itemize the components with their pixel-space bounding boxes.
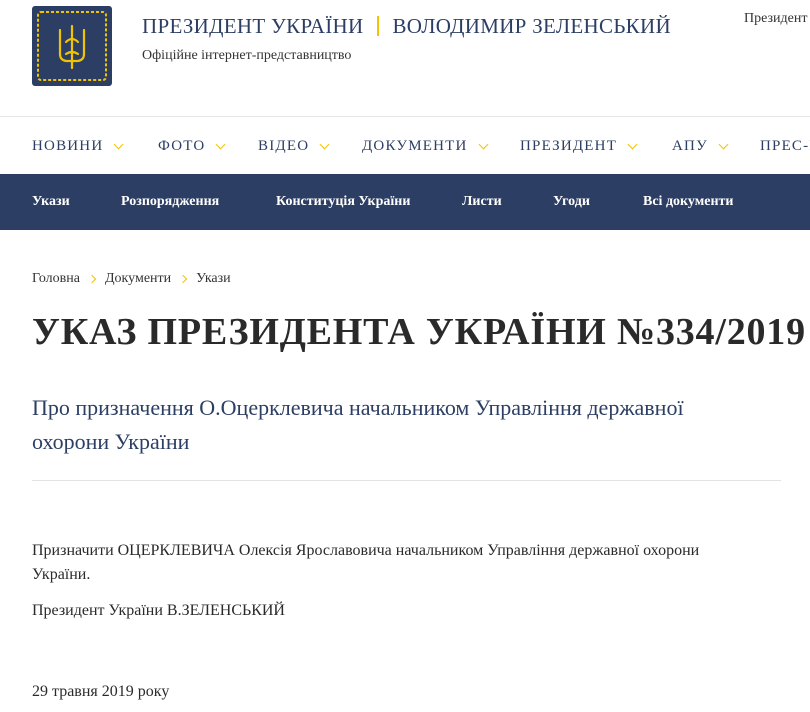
subnav-item-decrees[interactable]: Укази	[32, 194, 70, 210]
main-nav-label: ВІДЕО	[258, 138, 310, 154]
chevron-right-icon	[87, 274, 97, 284]
main-nav-item-press[interactable]: ПРЕС-Ц	[760, 138, 810, 155]
document-body-paragraph: Призначити ОЦЕРКЛЕВИЧА Олексія Ярославов…	[32, 542, 700, 583]
document-signature: Президент України В.ЗЕЛЕНСЬКИЙ	[32, 602, 285, 619]
site-title[interactable]: ПРЕЗИДЕНТ УКРАЇНИ ВОЛОДИМИР ЗЕЛЕНСЬКИЙ	[142, 14, 671, 39]
breadcrumb-decrees[interactable]: Укази	[196, 271, 231, 287]
document-subtitle: Про призначення О.Оцерклевича начальнико…	[32, 395, 684, 454]
main-nav-label: АПУ	[672, 138, 708, 154]
subnav-item-all-documents[interactable]: Всі документи	[643, 194, 733, 210]
site-title-name: ВОЛОДИМИР ЗЕЛЕНСЬКИЙ	[392, 14, 671, 38]
main-navigation: НОВИНИ ФОТО ВІДЕО ДОКУМЕНТИ ПРЕЗИДЕНТ АП…	[0, 116, 810, 174]
chevron-down-icon	[113, 139, 124, 149]
main-nav-item-news[interactable]: НОВИНИ	[32, 138, 124, 155]
divider	[32, 480, 781, 481]
main-nav-item-photo[interactable]: ФОТО	[158, 138, 226, 155]
chevron-right-icon	[178, 274, 188, 284]
main-nav-label: ПРЕС-Ц	[760, 138, 810, 154]
top-right-link[interactable]: Президент	[744, 11, 807, 27]
chevron-down-icon	[216, 139, 226, 149]
main-nav-label: ФОТО	[158, 138, 206, 154]
chevron-down-icon	[718, 139, 729, 149]
breadcrumb: Головна Документи Укази	[32, 271, 231, 287]
main-nav-item-documents[interactable]: ДОКУМЕНТИ	[362, 138, 488, 155]
chevron-down-icon	[319, 139, 330, 149]
subnav-item-letters[interactable]: Листи	[462, 194, 502, 210]
subnav-item-constitution[interactable]: Конституція України	[276, 194, 410, 210]
chevron-down-icon	[478, 139, 488, 149]
documents-subnav: Укази Розпорядження Конституція України …	[0, 174, 810, 230]
subnav-item-orders[interactable]: Розпорядження	[121, 194, 219, 210]
document-date: 29 травня 2019 року	[32, 683, 170, 700]
site-header: ПРЕЗИДЕНТ УКРАЇНИ ВОЛОДИМИР ЗЕЛЕНСЬКИЙ Оф…	[0, 0, 810, 116]
chevron-down-icon	[627, 139, 638, 149]
site-subtitle: Офіційне інтернет-представництво	[142, 48, 352, 63]
breadcrumb-documents[interactable]: Документи	[105, 271, 171, 287]
site-title-president: ПРЕЗИДЕНТ УКРАЇНИ	[142, 14, 364, 38]
main-nav-label: НОВИНИ	[32, 138, 104, 154]
title-separator	[377, 16, 380, 36]
trident-coat-of-arms-icon[interactable]	[32, 6, 112, 86]
page-title: УКАЗ ПРЕЗИДЕНТА УКРАЇНИ №334/2019	[32, 311, 806, 353]
main-nav-item-apu[interactable]: АПУ	[672, 138, 729, 155]
subnav-item-agreements[interactable]: Угоди	[553, 194, 590, 210]
breadcrumb-home[interactable]: Головна	[32, 271, 80, 287]
main-nav-label: ДОКУМЕНТИ	[362, 138, 468, 154]
main-nav-label: ПРЕЗИДЕНТ	[520, 138, 618, 154]
main-nav-item-president[interactable]: ПРЕЗИДЕНТ	[520, 138, 638, 155]
main-nav-item-video[interactable]: ВІДЕО	[258, 138, 330, 155]
